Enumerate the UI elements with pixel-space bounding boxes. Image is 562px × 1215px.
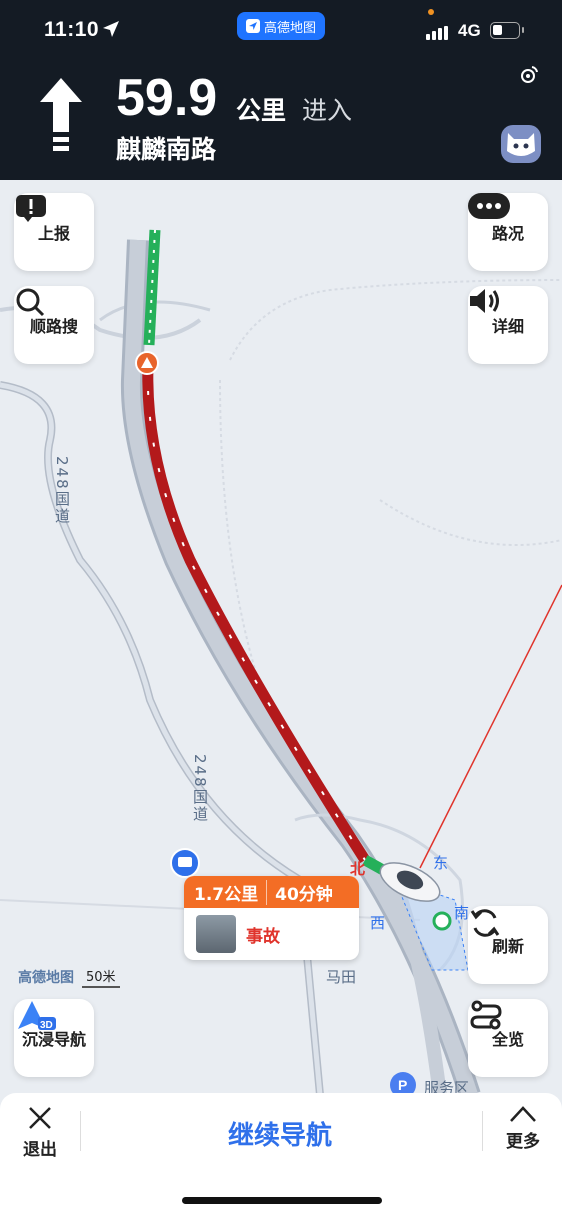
route-clear-segment bbox=[143, 229, 161, 346]
next-road-name: 麒麟南路 bbox=[116, 135, 217, 164]
place-label: 马田 bbox=[326, 968, 357, 986]
speaker-icon bbox=[470, 289, 499, 313]
incident-marker-icon[interactable] bbox=[135, 351, 159, 375]
refresh-icon bbox=[470, 909, 500, 937]
map-view[interactable]: P 248国道 248国道 马田 北 东 南 西 服务区 上报 顺路搜 路况 详… bbox=[0, 180, 562, 1095]
network-type: 4G bbox=[458, 21, 481, 40]
voice-assistant-avatar[interactable] bbox=[501, 125, 541, 163]
route-overview-icon bbox=[470, 1000, 502, 1030]
voice-detail-button[interactable]: 详细 bbox=[468, 286, 548, 364]
home-indicator[interactable] bbox=[182, 1197, 382, 1204]
battery-icon bbox=[490, 22, 520, 39]
incident-photo[interactable] bbox=[196, 915, 236, 953]
more-button[interactable]: 更多 bbox=[498, 1105, 548, 1152]
chevron-up-icon bbox=[510, 1106, 536, 1122]
immersive-nav-button[interactable]: 3D 沉浸导航 bbox=[14, 999, 94, 1077]
amap-logo-icon bbox=[245, 19, 260, 33]
compass-east: 东 bbox=[433, 854, 449, 872]
report-button[interactable]: 上报 bbox=[14, 193, 94, 271]
signal-icon bbox=[426, 26, 448, 40]
cat-face-icon bbox=[507, 133, 535, 156]
app-pill-label: 高德地图 bbox=[263, 20, 316, 36]
map-brand-label: 高德地图 bbox=[18, 970, 74, 986]
incident-card[interactable]: 1.7公里 40分钟 事故 bbox=[184, 876, 359, 960]
road-label-248: 248国道 bbox=[53, 456, 71, 525]
compass-west: 西 bbox=[370, 914, 386, 932]
status-bar: 11:10 高德地图 4G bbox=[0, 0, 562, 64]
privacy-indicator bbox=[428, 9, 434, 15]
message-bubble-icon[interactable] bbox=[170, 848, 200, 878]
incident-header: 1.7公里 40分钟 bbox=[184, 876, 359, 908]
maneuver-action: 进入 bbox=[302, 96, 353, 125]
exit-button[interactable]: 退出 bbox=[16, 1105, 64, 1160]
search-along-button[interactable]: 顺路搜 bbox=[14, 286, 94, 364]
more-dots-icon bbox=[468, 193, 510, 219]
svg-text:3D: 3D bbox=[40, 1020, 53, 1031]
traffic-label: 路况 bbox=[491, 224, 524, 243]
straight-arrow-icon bbox=[40, 78, 82, 151]
incident-duration: 40分钟 bbox=[275, 884, 333, 905]
exit-label: 退出 bbox=[23, 1140, 57, 1160]
status-time: 11:10 bbox=[44, 18, 100, 41]
gps-signal-icon[interactable] bbox=[518, 64, 540, 86]
scale-value: 50米 bbox=[82, 966, 120, 988]
report-label: 上报 bbox=[37, 224, 70, 243]
detail-label: 详细 bbox=[491, 317, 524, 336]
navigation-3d-icon: 3D bbox=[18, 1001, 56, 1031]
continue-navigation-button[interactable]: 继续导航 bbox=[160, 1115, 400, 1152]
alert-icon bbox=[16, 195, 46, 222]
destination-dot-icon bbox=[432, 911, 452, 931]
remaining-distance: 59.9 bbox=[116, 69, 218, 127]
compass-south: 南 bbox=[454, 904, 470, 922]
refresh-button[interactable]: 刷新 bbox=[468, 906, 548, 984]
route-congested-segment bbox=[142, 364, 370, 863]
overview-button[interactable]: 全览 bbox=[468, 999, 548, 1077]
road-label-248b: 248国道 bbox=[191, 754, 209, 823]
map-scale: 高德地图 50米 bbox=[18, 966, 120, 988]
navigation-header: 11:10 高德地图 4G 59.9 公里 进入 麒麟南路 bbox=[0, 0, 562, 180]
direction-pointer-line bbox=[419, 584, 562, 869]
incident-type: 事故 bbox=[246, 926, 280, 947]
svg-text:P: P bbox=[398, 1077, 407, 1093]
distance-unit: 公里 bbox=[236, 96, 287, 125]
incident-distance: 1.7公里 bbox=[184, 879, 268, 905]
traffic-button[interactable]: 路况 bbox=[468, 193, 548, 271]
parking-icon[interactable]: P bbox=[390, 1072, 416, 1095]
app-return-pill[interactable]: 高德地图 bbox=[237, 12, 325, 40]
location-arrow-icon bbox=[103, 21, 119, 37]
more-label: 更多 bbox=[506, 1132, 540, 1152]
close-icon bbox=[29, 1107, 51, 1129]
search-icon bbox=[16, 288, 45, 317]
